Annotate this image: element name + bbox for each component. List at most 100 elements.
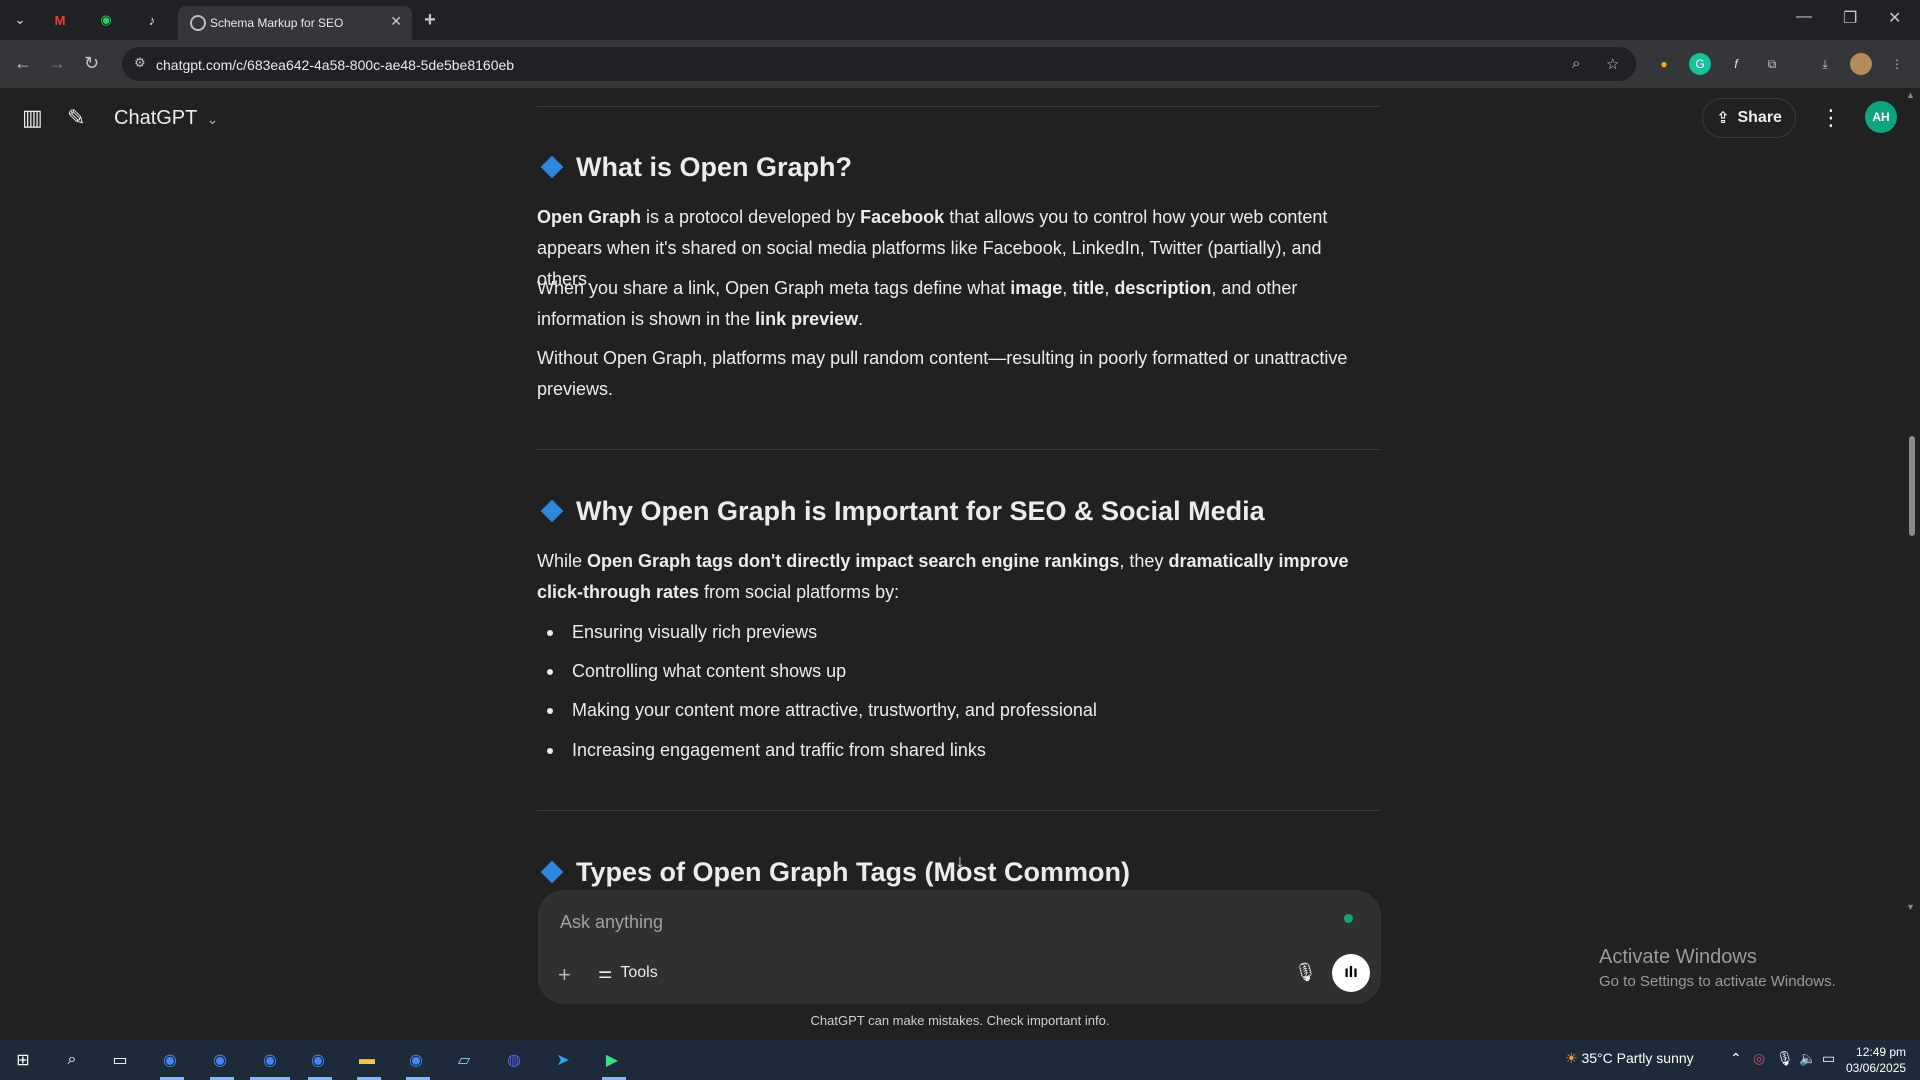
chrome-icon[interactable]: ◉ (404, 1048, 428, 1072)
microphone-icon[interactable]: 🎙 (1294, 962, 1317, 983)
section-heading-what-is-open-graph: What is Open Graph? (537, 152, 852, 183)
diamond-icon (540, 861, 564, 884)
tray-mic-icon[interactable]: 🎙 (1776, 1050, 1794, 1067)
share-icon: ⇪ (1716, 110, 1730, 127)
chrome-icon[interactable]: ◉ (258, 1048, 282, 1072)
app-header: ▥ ✎ ChatGPT ⌄ ⇪ Share ⋮ AH (0, 88, 1920, 148)
share-button[interactable]: ⇪ Share (1702, 98, 1796, 138)
waveform-icon: ıIı (1344, 964, 1358, 981)
file-explorer-icon[interactable]: ▬ (355, 1048, 379, 1072)
notes-app-icon[interactable]: ▱ (452, 1048, 476, 1072)
grammarly-icon[interactable]: G (1689, 53, 1711, 75)
reload-icon[interactable]: ↻ (84, 53, 99, 74)
task-view-icon[interactable]: ▭ (108, 1048, 132, 1072)
divider (537, 106, 1380, 107)
browser-tab-strip: ⌄ M ◉ ♪ Schema Markup for SEO ✕ + — ❐ ✕ (0, 0, 1920, 40)
heading-text: What is Open Graph? (576, 152, 853, 182)
diamond-icon (540, 500, 564, 523)
section-heading-types-of-og-tags: Types of Open Graph Tags (Most Common) (537, 857, 1130, 888)
weather-text: 35°C Partly sunny (1581, 1050, 1694, 1066)
list-item-text: Ensuring visually rich previews (572, 622, 818, 642)
download-icon[interactable]: ⤓ (1814, 53, 1836, 75)
window-close-icon[interactable]: ✕ (1888, 8, 1901, 28)
recording-icon[interactable]: ◎ (1753, 1050, 1765, 1067)
tray-chevron-up-icon[interactable]: ⌃ (1730, 1050, 1742, 1067)
list-item-text: Increasing engagement and traffic from s… (572, 740, 986, 760)
list-item: Increasing engagement and traffic from s… (547, 740, 986, 761)
sidebar-toggle-icon[interactable]: ▥ (22, 105, 43, 131)
paragraph: When you share a link, Open Graph meta t… (537, 278, 1298, 329)
browser-menu-icon[interactable]: ⋮ (1886, 53, 1908, 75)
terminal-app-icon[interactable]: ▶ (600, 1048, 624, 1072)
new-tab-button[interactable]: + (420, 9, 440, 31)
tab-close-icon[interactable]: ✕ (390, 13, 402, 30)
back-icon[interactable]: ← (14, 53, 32, 74)
paragraph: While Open Graph tags don't directly imp… (537, 551, 1349, 602)
network-icon[interactable]: ▭ (1822, 1050, 1835, 1067)
bullet (547, 669, 553, 676)
chevron-down-icon: ⌄ (206, 111, 219, 127)
scrollbar-thumb[interactable] (1909, 436, 1915, 536)
add-attachment-icon[interactable]: + (558, 962, 571, 988)
weather-widget[interactable]: ☀ 35°C Partly sunny (1565, 1050, 1694, 1067)
profile-icon[interactable] (1850, 53, 1872, 75)
restore-icon[interactable]: ❐ (1843, 8, 1857, 28)
tab-search-chevron-icon[interactable]: ⌄ (10, 10, 30, 30)
list-item: Controlling what content shows up (547, 661, 846, 682)
minimize-icon[interactable]: — (1796, 8, 1812, 26)
brand-name: ChatGPT (114, 107, 197, 129)
watermark-subtitle: Go to Settings to activate Windows. (1599, 973, 1836, 990)
disclaimer: ChatGPT can make mistakes. Check importa… (810, 1013, 1110, 1028)
chrome-icon[interactable]: ◉ (158, 1048, 182, 1072)
clock-date: 03/06/2025 (1846, 1061, 1907, 1075)
avatar[interactable]: AH (1865, 101, 1897, 133)
tiktok-tab-icon[interactable]: ♪ (142, 10, 162, 30)
heading-text: Types of Open Graph Tags (Most Common) (576, 857, 1131, 887)
bullet (547, 708, 553, 715)
tools-button[interactable]: ⚌ Tools (598, 963, 658, 983)
scrollbar-track[interactable] (1904, 88, 1920, 1038)
activate-windows-watermark: Activate Windows Go to Settings to activ… (1599, 946, 1836, 990)
search-icon[interactable]: ⌕ (60, 1048, 84, 1072)
bullet (547, 630, 553, 637)
volume-icon[interactable]: 🔈 (1799, 1050, 1816, 1067)
watermark-title: Activate Windows (1599, 946, 1757, 968)
zoom-icon[interactable]: ⌕ (1572, 55, 1580, 72)
list-item: Making your content more attractive, tru… (547, 700, 1097, 721)
scroll-up-arrow-icon[interactable]: ▲ (1906, 90, 1915, 100)
bookmark-star-icon[interactable]: ☆ (1606, 55, 1619, 73)
grammarly-status-icon[interactable] (1344, 914, 1353, 923)
windows-start-icon[interactable]: ⊞ (11, 1048, 35, 1072)
active-tab[interactable]: Schema Markup for SEO ✕ (178, 6, 412, 40)
new-chat-icon[interactable]: ✎ (67, 105, 85, 131)
model-selector[interactable]: ChatGPT ⌄ (114, 107, 218, 130)
scroll-to-bottom-button[interactable]: ↓ (945, 846, 975, 876)
gmail-tab-icon[interactable]: M (50, 10, 70, 30)
forward-icon[interactable]: → (48, 53, 66, 74)
sliders-icon: ⚌ (598, 965, 613, 982)
formula-extension-icon[interactable]: f (1725, 53, 1747, 75)
extension-icon[interactable]: ● (1653, 53, 1675, 75)
list-item-text: Making your content more attractive, tru… (572, 700, 1097, 720)
whatsapp-tab-icon[interactable]: ◉ (96, 10, 116, 30)
voice-mode-button[interactable]: ıIı (1332, 954, 1370, 992)
address-bar[interactable]: ⚙ chatgpt.com/c/683ea642-4a58-800c-ae48-… (122, 47, 1636, 81)
system-clock[interactable]: 12:49 pm 03/06/2025 (1846, 1044, 1906, 1076)
telegram-icon[interactable]: ➤ (551, 1048, 575, 1072)
more-options-icon[interactable]: ⋮ (1820, 105, 1842, 131)
site-settings-icon[interactable]: ⚙ (134, 55, 150, 71)
active-tab-title: Schema Markup for SEO (210, 16, 344, 30)
weather-icon: ☀ (1565, 1050, 1578, 1066)
chrome-icon[interactable]: ◉ (208, 1048, 232, 1072)
prompt-input[interactable] (560, 912, 1260, 933)
discord-icon[interactable]: ◍ (502, 1048, 526, 1072)
diamond-icon (540, 156, 564, 179)
chrome-icon[interactable]: ◉ (306, 1048, 330, 1072)
section-heading-why-open-graph-important: Why Open Graph is Important for SEO & So… (537, 496, 1265, 527)
paragraph: Without Open Graph, platforms may pull r… (537, 348, 1348, 399)
extensions-puzzle-icon[interactable]: ⧉ (1761, 53, 1783, 75)
bullet (547, 748, 553, 755)
scroll-down-arrow-icon[interactable]: ▼ (1906, 902, 1915, 912)
clock-time: 12:49 pm (1856, 1045, 1907, 1059)
divider (537, 449, 1380, 450)
